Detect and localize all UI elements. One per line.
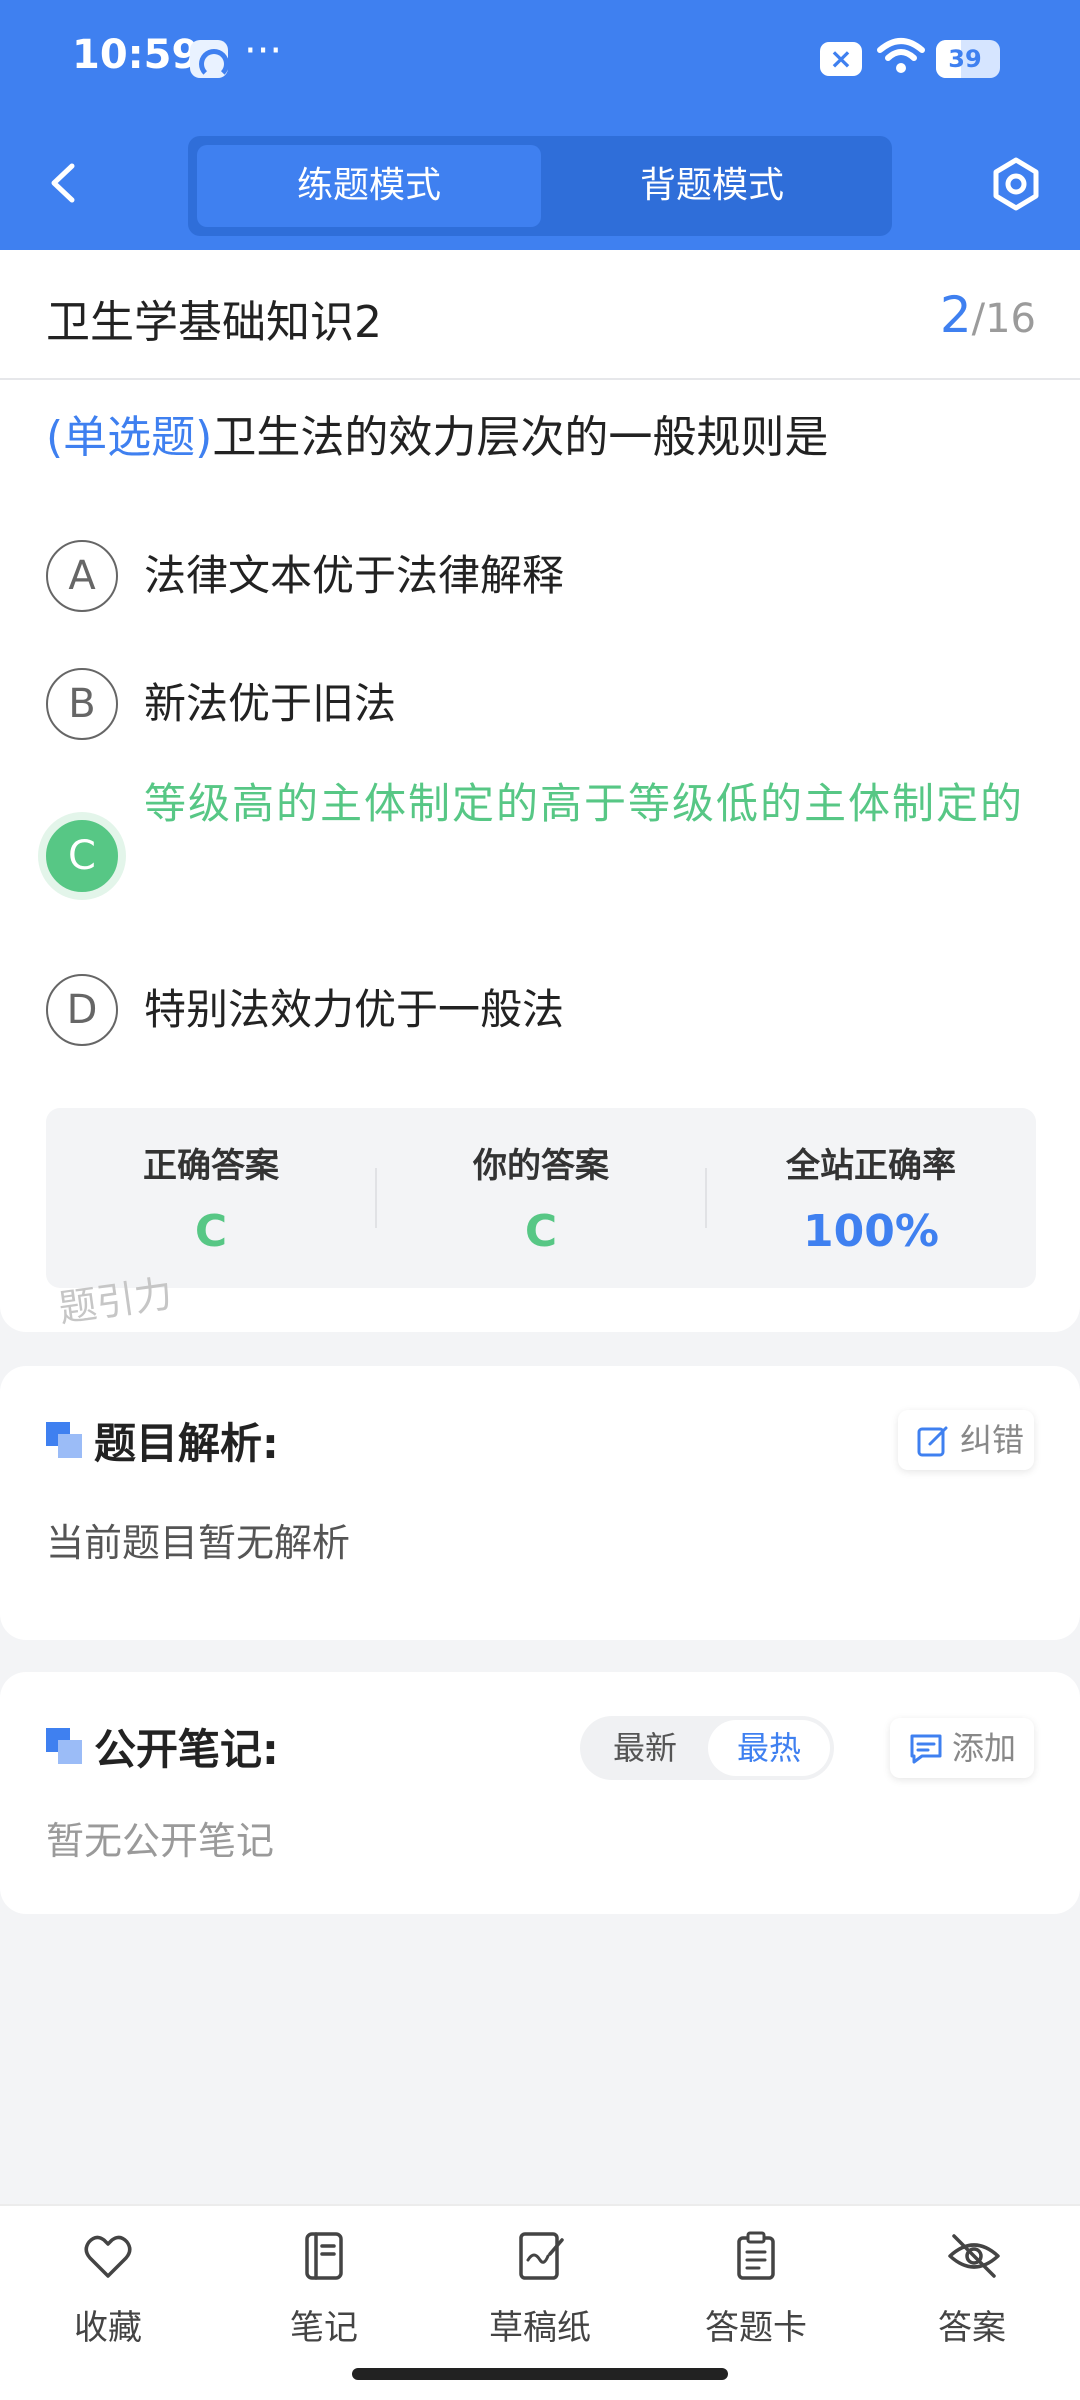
question-progress: 2/16 [940, 286, 1036, 344]
nav-label: 答案 [938, 2308, 1006, 2348]
answer-sheet-icon [737, 2231, 775, 2280]
back-icon[interactable] [40, 158, 90, 208]
notes-sort-toggle: 最新 最热 [580, 1716, 834, 1780]
section-icon [46, 1422, 82, 1458]
nav-favorite[interactable]: 收藏 [8, 2230, 208, 2360]
stat-label: 正确答案 [143, 1146, 279, 1186]
nav-notes[interactable]: 笔记 [224, 2230, 424, 2360]
question-card: 卫生学基础知识2 2/16 (单选题)卫生法的效力层次的一般规则是 A 法律文本… [0, 250, 1080, 1332]
battery-icon: 39 [936, 40, 1000, 78]
option-text: 特别法效力优于一般法 [144, 985, 565, 1034]
home-indicator[interactable] [352, 2368, 728, 2380]
report-error-button[interactable]: 纠错 [898, 1410, 1034, 1470]
status-bar: 10:59 ··· × 39 [0, 0, 1080, 120]
top-bar: 10:59 ··· × 39 练题模式 背题模式 [0, 0, 1080, 250]
nav-scratch-paper[interactable]: 草稿纸 [440, 2230, 640, 2360]
stat-accuracy: 全站正确率 100% [706, 1108, 1036, 1288]
nav-label: 答题卡 [705, 2308, 807, 2348]
analysis-card: 题目解析: 纠错 当前题目暂无解析 [0, 1366, 1080, 1640]
answer-stats: 正确答案 C 你的答案 C 全站正确率 100% [46, 1108, 1036, 1288]
stat-value: C [524, 1206, 558, 1257]
stat-label: 你的答案 [473, 1146, 609, 1186]
report-error-label: 纠错 [960, 1421, 1025, 1459]
mode-tabs: 练题模式 背题模式 [188, 136, 892, 236]
tab-practice-mode[interactable]: 练题模式 [197, 145, 541, 227]
notes-empty-text: 暂无公开笔记 [46, 1819, 275, 1863]
current-question-number: 2 [939, 286, 972, 344]
question-text: (单选题)卫生法的效力层次的一般规则是 [46, 408, 1036, 468]
status-time: 10:59 [72, 32, 200, 78]
scratch-paper-icon [519, 2232, 564, 2280]
option-letter: A [46, 540, 118, 612]
option-text: 新法优于旧法 [144, 679, 397, 728]
section-icon [46, 1728, 82, 1764]
stat-value: C [194, 1206, 228, 1257]
edit-icon [917, 1426, 948, 1457]
exam-title: 卫生学基础知识2 [46, 297, 382, 348]
option-text: 法律文本优于法律解释 [144, 551, 565, 600]
nav-label: 草稿纸 [489, 2308, 591, 2348]
stat-label: 全站正确率 [786, 1146, 956, 1186]
option-letter: D [46, 974, 118, 1046]
exam-title-row: 卫生学基础知识2 2/16 [0, 250, 1080, 380]
question-stem: 卫生法的效力层次的一般规则是 [212, 412, 829, 463]
notes-title: 公开笔记: [94, 1725, 279, 1774]
nav-answer-sheet[interactable]: 答题卡 [656, 2230, 856, 2360]
add-note-label: 添加 [952, 1729, 1017, 1767]
option-letter: C [46, 820, 118, 892]
question-type: (单选题) [46, 412, 213, 463]
option-letter: B [46, 668, 118, 740]
tab-memorize-mode[interactable]: 背题模式 [540, 145, 884, 227]
sort-latest[interactable]: 最新 [584, 1720, 706, 1776]
add-note-button[interactable]: 添加 [890, 1718, 1034, 1778]
nav-label: 收藏 [74, 2308, 142, 2348]
heart-icon [84, 2235, 132, 2278]
comment-icon [910, 1734, 942, 1764]
stat-your-answer: 你的答案 C [376, 1108, 706, 1288]
sort-hot[interactable]: 最热 [708, 1720, 830, 1776]
analysis-title: 题目解析: [94, 1419, 279, 1468]
nav-label: 笔记 [290, 2308, 358, 2348]
stat-value: 100% [803, 1206, 939, 1257]
notebook-icon [305, 2232, 343, 2280]
settings-icon[interactable] [988, 156, 1044, 212]
option-text: 等级高的主体制定的高于等级低的主体制定的 [144, 779, 1025, 828]
wifi-icon [877, 38, 925, 73]
battery-level: 39 [948, 45, 982, 73]
eye-off-icon [948, 2234, 1000, 2278]
analysis-body: 当前题目暂无解析 [46, 1521, 351, 1565]
app-notification-icon [190, 40, 229, 79]
nav-answer[interactable]: 答案 [872, 2230, 1072, 2360]
sim-disabled-icon: × [820, 42, 862, 76]
total-questions: /16 [971, 296, 1036, 342]
notes-card: 公开笔记: 最新 最热 添加 暂无公开笔记 [0, 1672, 1080, 1914]
more-notifications-icon: ··· [244, 28, 283, 74]
stat-correct-answer: 正确答案 C [46, 1108, 376, 1288]
